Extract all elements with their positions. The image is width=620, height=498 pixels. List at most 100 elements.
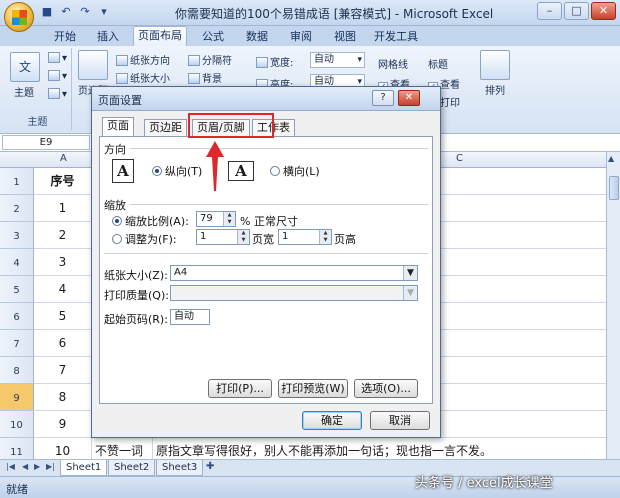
landscape-radio[interactable]: 横向(L) <box>270 163 320 179</box>
fit-tall-spinner[interactable]: 1 <box>278 229 332 245</box>
redo-icon[interactable]: ↷ <box>78 5 92 19</box>
save-icon[interactable]: ■ <box>40 5 54 19</box>
fit-wide-suffix: 页宽 <box>252 233 274 246</box>
landscape-label: 横向(L) <box>283 165 320 178</box>
size-button[interactable]: 纸张大小 <box>116 70 170 85</box>
tab-page-layout[interactable]: 页面布局 <box>133 26 187 47</box>
chevron-down-icon[interactable]: ▼ <box>403 266 417 280</box>
background-button[interactable]: 背景 <box>188 70 222 85</box>
prev-sheet-icon[interactable]: ◀ <box>22 462 28 471</box>
row-number[interactable]: 3 <box>0 222 34 249</box>
sheet-tab-2[interactable]: Sheet2 <box>108 460 156 476</box>
fit-to-radio[interactable]: 调整为(F): <box>112 231 177 247</box>
insert-sheet-icon[interactable]: ✚ <box>206 461 214 472</box>
themes-icon: 文 <box>10 52 40 82</box>
tab-data[interactable]: 数据 <box>242 28 272 46</box>
print-preview-button[interactable]: 打印预览(W) <box>278 379 348 398</box>
cell-a[interactable]: 6 <box>34 330 92 357</box>
scale-percent-spinner[interactable]: 79 <box>196 211 236 227</box>
orientation-label: 纸张方向 <box>130 56 170 67</box>
adjust-to-radio[interactable]: 缩放比例(A): <box>112 213 189 229</box>
themes-button[interactable]: 文 主题 <box>10 52 40 99</box>
sheet-tab-3[interactable]: Sheet3 <box>156 460 204 476</box>
minimize-button[interactable]: – <box>537 2 562 20</box>
quick-access-toolbar: ■ ↶ ↷ ▾ <box>40 5 111 19</box>
headings-print-label: 打印 <box>440 98 460 109</box>
next-sheet-icon[interactable]: ▶ <box>34 462 40 471</box>
office-button[interactable] <box>4 2 34 32</box>
width-dropdown[interactable]: 自动 <box>310 52 365 68</box>
ribbon-tabs: 开始 插入 页面布局 公式 数据 审阅 视图 开发工具 <box>0 26 620 47</box>
dialog-title-bar[interactable]: 页面设置 ? ✕ <box>92 87 440 111</box>
cell-a[interactable]: 7 <box>34 357 92 384</box>
row-number[interactable]: 5 <box>0 276 34 303</box>
cell-a[interactable]: 序号 <box>34 168 92 195</box>
last-sheet-icon[interactable]: ▶| <box>46 462 55 471</box>
theme-colors-button[interactable]: ▾ <box>48 52 67 64</box>
tab-formulas[interactable]: 公式 <box>198 28 228 46</box>
maximize-button[interactable]: □ <box>564 2 589 20</box>
breaks-button[interactable]: 分隔符 <box>188 52 232 67</box>
print-quality-label: 打印质量(Q): <box>104 289 169 302</box>
width-icon <box>256 57 268 68</box>
portrait-radio[interactable]: 纵向(T) <box>152 163 202 179</box>
column-header-a[interactable]: A <box>60 153 67 164</box>
cell-a[interactable]: 1 <box>34 195 92 222</box>
cell-a[interactable]: 10 <box>34 438 92 459</box>
theme-effects-button[interactable]: ▾ <box>48 88 67 100</box>
row-number[interactable]: 6 <box>0 303 34 330</box>
arrange-button[interactable]: 排列 <box>480 50 510 97</box>
tab-margins[interactable]: 页边距 <box>144 119 187 136</box>
column-header-c[interactable]: C <box>456 153 463 164</box>
cell-a[interactable]: 2 <box>34 222 92 249</box>
dialog-close-button[interactable]: ✕ <box>398 90 420 106</box>
close-button[interactable]: ✕ <box>591 2 616 20</box>
row-number[interactable]: 7 <box>0 330 34 357</box>
vertical-scrollbar[interactable]: ▲ <box>606 152 620 459</box>
sheet-tab-1[interactable]: Sheet1 <box>60 460 108 476</box>
radio-icon <box>270 166 280 176</box>
tab-review[interactable]: 审阅 <box>286 28 316 46</box>
themes-group-label: 主题 <box>27 117 48 128</box>
scroll-up-icon[interactable]: ▲ <box>608 154 614 163</box>
row-number[interactable]: 11 <box>0 438 34 459</box>
row-number[interactable]: 1 <box>0 168 34 195</box>
headings-header: 标题 <box>428 60 448 71</box>
row-number-selected[interactable]: 9 <box>0 384 34 411</box>
cell-a[interactable]: 3 <box>34 249 92 276</box>
cell-a[interactable]: 5 <box>34 303 92 330</box>
paper-size-dropdown[interactable]: A4 ▼ <box>170 265 418 281</box>
row-number[interactable]: 8 <box>0 357 34 384</box>
options-button[interactable]: 选项(O)... <box>354 379 418 398</box>
undo-icon[interactable]: ↶ <box>59 5 73 19</box>
fit-wide-spinner[interactable]: 1 <box>196 229 250 245</box>
help-button[interactable]: ? <box>372 90 394 106</box>
print-quality-dropdown[interactable]: ▼ <box>170 285 418 301</box>
name-box[interactable]: E9 <box>2 135 90 150</box>
tab-developer[interactable]: 开发工具 <box>372 28 420 46</box>
print-button[interactable]: 打印(P)... <box>208 379 272 398</box>
cell-a[interactable]: 4 <box>34 276 92 303</box>
highlight-box <box>188 113 274 138</box>
width-label: 宽度: <box>256 54 293 69</box>
cancel-button[interactable]: 取消 <box>370 411 430 430</box>
row-number[interactable]: 10 <box>0 411 34 438</box>
tab-home[interactable]: 开始 <box>50 28 80 46</box>
orientation-button[interactable]: 纸张方向 <box>116 52 170 67</box>
first-page-number-input[interactable]: 自动 <box>170 309 210 325</box>
scroll-thumb[interactable] <box>609 176 619 200</box>
cell-a[interactable]: 9 <box>34 411 92 438</box>
first-sheet-icon[interactable]: |◀ <box>6 462 15 471</box>
cell-c[interactable]: 原指文章写得很好，别人不能再添加一句话；现也指一言不发。 <box>154 438 606 459</box>
chevron-down-icon[interactable]: ▼ <box>403 286 417 300</box>
tab-insert[interactable]: 插入 <box>93 28 123 46</box>
tab-view[interactable]: 视图 <box>330 28 360 46</box>
theme-fonts-button[interactable]: ▾ <box>48 70 67 82</box>
cell-b[interactable]: 不赞一词 <box>93 438 153 459</box>
cell-a[interactable]: 8 <box>34 384 92 411</box>
ok-button[interactable]: 确定 <box>302 411 362 430</box>
row-number[interactable]: 2 <box>0 195 34 222</box>
row-number[interactable]: 4 <box>0 249 34 276</box>
tab-page[interactable]: 页面 <box>102 117 134 137</box>
customize-qat-icon[interactable]: ▾ <box>97 5 111 19</box>
